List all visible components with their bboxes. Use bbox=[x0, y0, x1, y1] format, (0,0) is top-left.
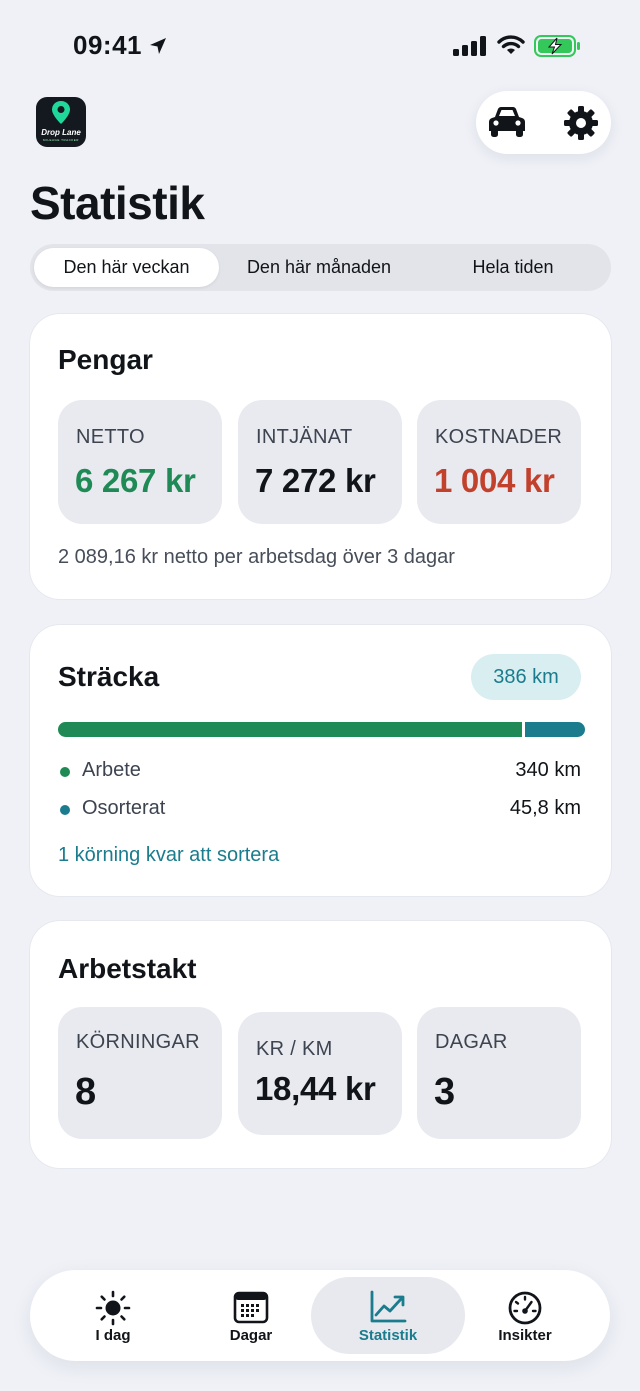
status-time: 09:41 bbox=[73, 30, 142, 60]
legend-row-work: Arbete 340 km bbox=[58, 759, 581, 785]
tab-today-label: I dag bbox=[95, 1327, 131, 1344]
pace-card: Arbetstakt KÖRNINGAR 8 KR / KM 18,44 kr … bbox=[30, 921, 611, 1168]
distance-title: Sträcka bbox=[58, 661, 160, 692]
status-bar: 09:41 bbox=[0, 0, 640, 95]
car-icon[interactable] bbox=[487, 105, 527, 139]
page-title: Statistik bbox=[30, 177, 205, 229]
tab-bar: I dag Dagar Statistik Insikter bbox=[30, 1270, 610, 1361]
distance-split-bar bbox=[58, 722, 585, 737]
calendar-icon bbox=[233, 1291, 269, 1324]
costs-value: 1 004 kr bbox=[434, 462, 555, 499]
tab-today[interactable]: I dag bbox=[36, 1277, 190, 1354]
kr-per-km-stat: KR / KM 18,44 kr bbox=[238, 1012, 402, 1135]
distance-total-badge: 386 km bbox=[471, 654, 581, 700]
runs-stat: KÖRNINGAR 8 bbox=[58, 1007, 222, 1139]
period-tab-this-month[interactable]: Den här månaden bbox=[223, 248, 415, 287]
legend-dot-work bbox=[60, 767, 70, 777]
legend-dot-unsorted bbox=[60, 805, 70, 815]
pace-title: Arbetstakt bbox=[58, 953, 197, 984]
costs-stat: KOSTNADER 1 004 kr bbox=[417, 400, 581, 524]
period-tab-this-week[interactable]: Den här veckan bbox=[34, 248, 219, 287]
runs-label: KÖRNINGAR bbox=[76, 1031, 200, 1053]
costs-label: KOSTNADER bbox=[435, 426, 563, 448]
sort-remaining-link[interactable]: 1 körning kvar att sortera bbox=[58, 844, 279, 867]
period-tab-all-time[interactable]: Hela tiden bbox=[419, 248, 607, 287]
money-card: Pengar NETTO 6 267 kr INTJÄNAT 7 272 kr … bbox=[30, 314, 611, 599]
tab-statistics-label: Statistik bbox=[358, 1327, 418, 1344]
tab-insights-label: Insikter bbox=[498, 1327, 552, 1344]
tab-statistics[interactable]: Statistik bbox=[311, 1277, 465, 1354]
map-pin-icon bbox=[52, 101, 70, 124]
legend-label-work: Arbete bbox=[82, 759, 141, 781]
battery-charging-icon bbox=[534, 35, 580, 57]
netto-label: NETTO bbox=[76, 426, 145, 448]
legend-label-unsorted: Osorterat bbox=[82, 797, 166, 819]
sun-icon bbox=[95, 1290, 131, 1326]
earned-label: INTJÄNAT bbox=[256, 426, 353, 448]
header-actions bbox=[476, 91, 611, 154]
logo-text: Drop Lane bbox=[41, 128, 81, 137]
speedometer-icon bbox=[508, 1291, 542, 1325]
legend-row-unsorted: Osorterat 45,8 km bbox=[58, 797, 581, 823]
wifi-icon bbox=[497, 35, 525, 54]
period-selector: Den här veckan Den här månaden Hela tide… bbox=[30, 244, 611, 291]
gear-icon[interactable] bbox=[563, 105, 599, 141]
cellular-signal-icon bbox=[453, 36, 486, 56]
earned-value: 7 272 kr bbox=[255, 462, 376, 499]
money-footnote: 2 089,16 kr netto per arbetsdag över 3 d… bbox=[58, 546, 455, 568]
tab-days[interactable]: Dagar bbox=[174, 1277, 328, 1354]
logo-subtext: MILEAGE TRACKER bbox=[43, 138, 79, 142]
money-title: Pengar bbox=[58, 344, 153, 375]
chart-icon bbox=[370, 1290, 407, 1323]
days-stat: DAGAR 3 bbox=[417, 1007, 581, 1139]
runs-value: 8 bbox=[75, 1071, 96, 1113]
kr-per-km-label: KR / KM bbox=[256, 1038, 333, 1060]
days-label: DAGAR bbox=[435, 1031, 508, 1053]
distance-card: Sträcka 386 km Arbete 340 km Osorterat 4… bbox=[30, 625, 611, 896]
earned-stat: INTJÄNAT 7 272 kr bbox=[238, 400, 402, 524]
app-logo: Drop Lane MILEAGE TRACKER bbox=[36, 97, 86, 147]
location-arrow-icon bbox=[150, 38, 166, 54]
legend-value-unsorted: 45,8 km bbox=[509, 797, 581, 819]
netto-value: 6 267 kr bbox=[75, 462, 196, 499]
kr-per-km-value: 18,44 kr bbox=[255, 1070, 376, 1107]
netto-stat: NETTO 6 267 kr bbox=[58, 400, 222, 524]
legend-value-work: 340 km bbox=[515, 759, 581, 781]
tab-days-label: Dagar bbox=[229, 1327, 273, 1344]
distance-bar-work bbox=[58, 722, 522, 737]
days-value: 3 bbox=[434, 1071, 455, 1113]
distance-bar-unsorted bbox=[525, 722, 585, 737]
tab-insights[interactable]: Insikter bbox=[448, 1277, 602, 1354]
